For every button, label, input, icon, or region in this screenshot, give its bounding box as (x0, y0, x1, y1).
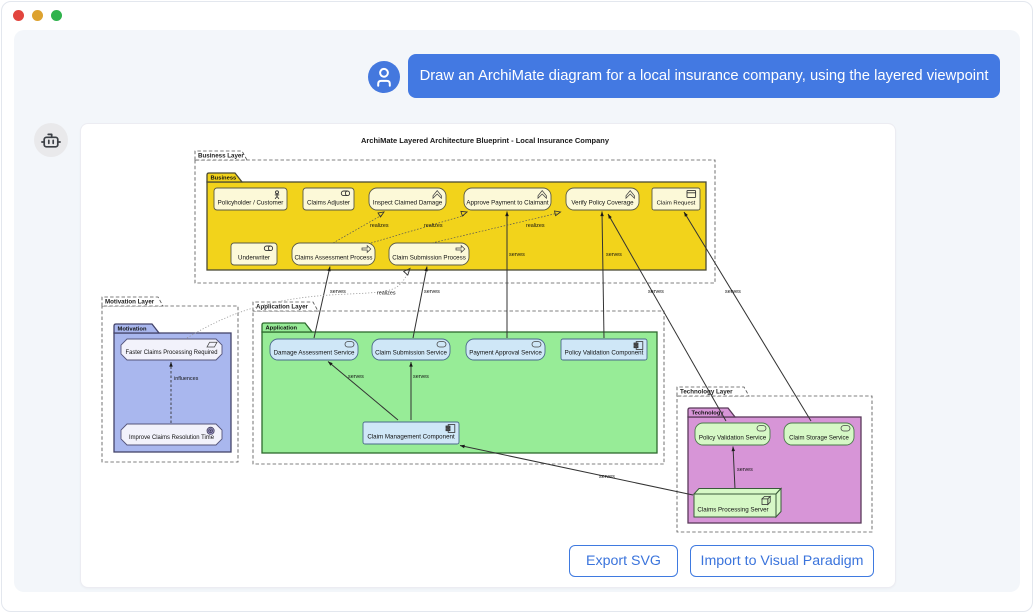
svg-text:serves: serves (348, 374, 364, 380)
svg-text:realizes: realizes (526, 223, 545, 229)
svg-text:Claim Storage Service: Claim Storage Service (789, 436, 849, 442)
svg-text:Verify Policy Coverage: Verify Policy Coverage (571, 200, 634, 207)
svg-text:Business: Business (211, 175, 237, 181)
svg-text:serves: serves (424, 289, 440, 295)
svg-text:Motivation Layer: Motivation Layer (105, 299, 155, 306)
svg-text:Claim Management Component: Claim Management Component (367, 434, 455, 441)
svg-text:Claims Adjuster: Claims Adjuster (307, 200, 350, 207)
svg-text:Payment Approval Service: Payment Approval Service (469, 350, 542, 357)
svg-text:realizes: realizes (424, 223, 443, 229)
svg-text:serves: serves (606, 252, 622, 258)
svg-text:Improve Claims Resolution Time: Improve Claims Resolution Time (129, 435, 215, 441)
svg-text:Technology: Technology (692, 410, 725, 416)
svg-text:Claim Submission Service: Claim Submission Service (375, 350, 447, 357)
svg-text:serves: serves (509, 252, 525, 258)
svg-text:realizes: realizes (370, 223, 389, 229)
svg-text:serves: serves (725, 289, 741, 295)
svg-text:Underwriter: Underwriter (238, 255, 270, 262)
svg-text:Inspect Claimed Damage: Inspect Claimed Damage (373, 200, 443, 207)
svg-text:serves: serves (413, 374, 429, 380)
svg-text:Claims Processing Server: Claims Processing Server (697, 507, 768, 514)
svg-text:Technology Layer: Technology Layer (680, 389, 733, 396)
svg-text:Business Layer: Business Layer (198, 153, 244, 160)
svg-text:Application: Application (266, 325, 298, 331)
svg-text:serves: serves (648, 289, 664, 295)
svg-text:Claims Assessment Process: Claims Assessment Process (294, 255, 372, 262)
svg-text:Claim Submission Process: Claim Submission Process (392, 255, 466, 262)
svg-text:serves: serves (737, 467, 753, 473)
svg-text:Policyholder / Customer: Policyholder / Customer (218, 200, 284, 207)
svg-text:Faster Claims Processing Requi: Faster Claims Processing Required (126, 350, 218, 356)
svg-text:ArchiMate Layered Architecture: ArchiMate Layered Architecture Blueprint… (361, 136, 610, 145)
svg-text:Approve Payment to Claimant: Approve Payment to Claimant (466, 200, 548, 207)
svg-text:Claim Request: Claim Request (657, 201, 696, 207)
svg-text:Motivation: Motivation (118, 326, 147, 332)
svg-text:influences: influences (174, 376, 199, 382)
svg-text:serves: serves (599, 474, 615, 480)
svg-text:Policy Validation Component: Policy Validation Component (565, 350, 644, 357)
svg-text:serves: serves (330, 289, 346, 295)
svg-text:realizes: realizes (377, 291, 396, 297)
svg-text:Damage Assessment Service: Damage Assessment Service (274, 350, 355, 357)
svg-text:Policy Validation Service: Policy Validation Service (699, 435, 767, 442)
